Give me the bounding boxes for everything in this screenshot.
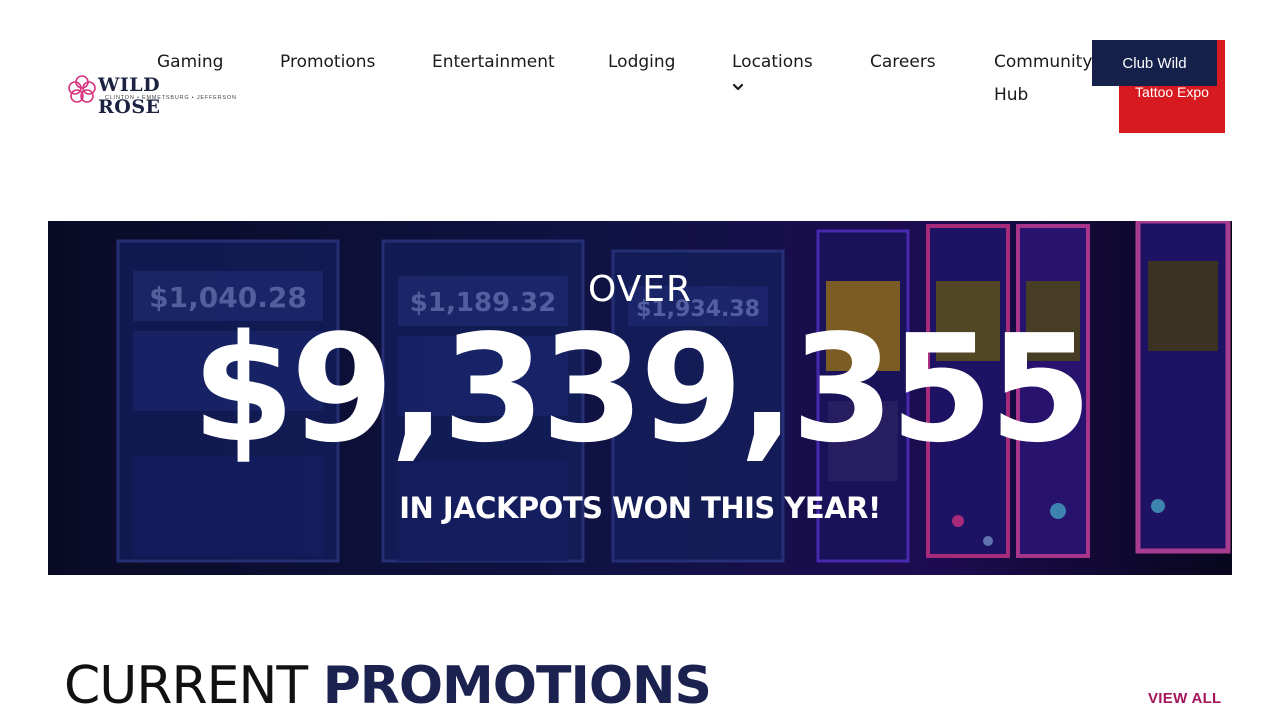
jackpot-hero-banner: $1,040.28 $1,189.32 $1,934.38 OVER $9,33… bbox=[48, 221, 1232, 575]
chevron-down-icon[interactable] bbox=[731, 80, 745, 94]
jackpot-amount: $9,339,355 bbox=[191, 303, 1092, 475]
nav-promotions[interactable]: Promotions bbox=[280, 46, 375, 79]
logo-tagline: CLINTON • EMMETSBURG • JEFFERSON bbox=[105, 95, 237, 101]
current-promotions-heading: CURRENT PROMOTIONS bbox=[64, 656, 712, 716]
nav-community-hub[interactable]: Community Hub bbox=[994, 46, 1092, 112]
heading-light: CURRENT bbox=[64, 656, 308, 716]
hero-caption: IN JACKPOTS WON THIS YEAR! bbox=[399, 491, 881, 525]
nav-locations[interactable]: Locations bbox=[732, 46, 813, 79]
nav-careers[interactable]: Careers bbox=[870, 46, 936, 79]
nav-gaming[interactable]: Gaming bbox=[157, 46, 223, 79]
club-wild-button[interactable]: Club Wild bbox=[1092, 40, 1217, 86]
rose-icon bbox=[68, 75, 96, 103]
view-all-link[interactable]: VIEW ALL bbox=[1148, 690, 1222, 707]
nav-entertainment[interactable]: Entertainment bbox=[432, 46, 555, 79]
heading-bold: PROMOTIONS bbox=[322, 656, 712, 716]
nav-lodging[interactable]: Lodging bbox=[608, 46, 675, 79]
